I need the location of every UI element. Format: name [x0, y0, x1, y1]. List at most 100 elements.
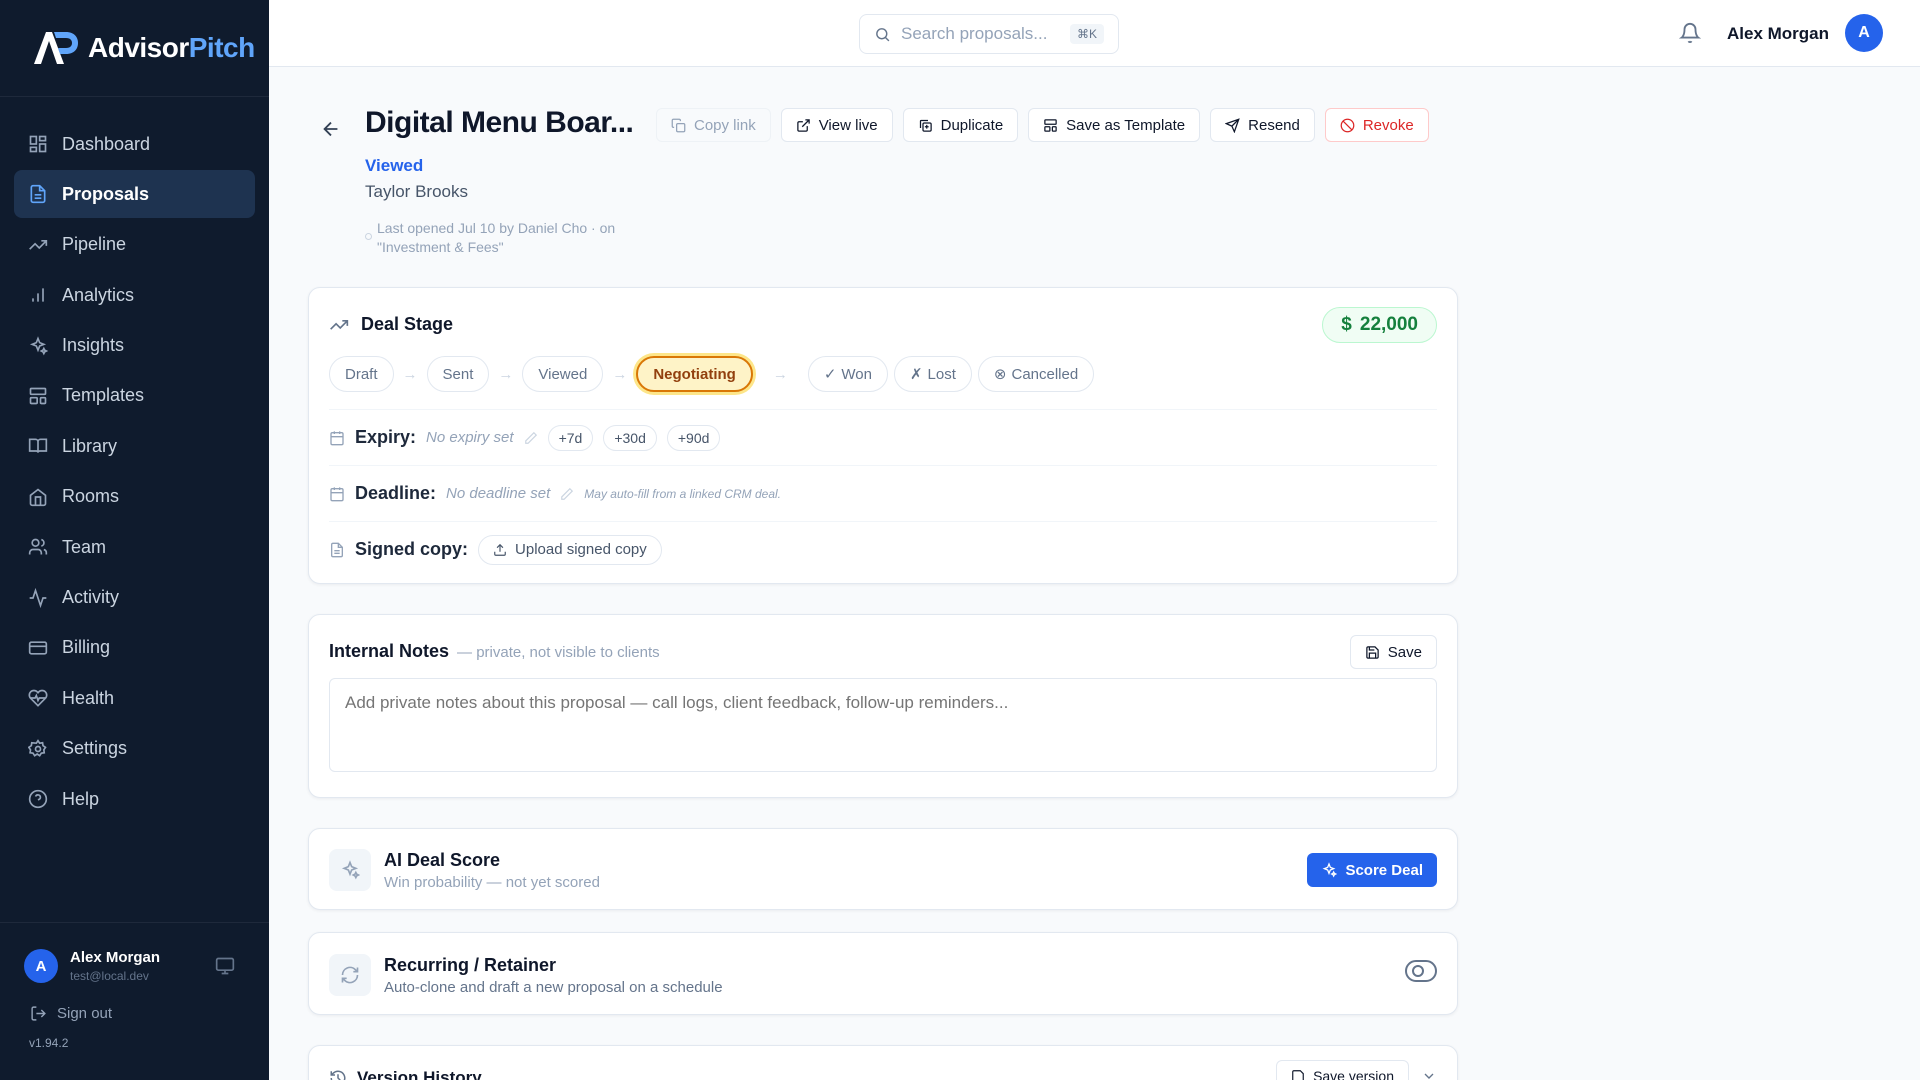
- copy-link-button[interactable]: Copy link: [656, 108, 771, 142]
- avatar: A: [24, 949, 58, 983]
- gear-icon: [28, 738, 47, 757]
- sidebar-item-settings[interactable]: Settings: [14, 725, 255, 773]
- save-icon: [1292, 1070, 1304, 1080]
- deal-amount-badge[interactable]: $ 22,000: [1322, 307, 1437, 343]
- sidebar-item-library[interactable]: Library: [14, 422, 255, 470]
- shortcut-badge: ⌘K: [1069, 24, 1104, 44]
- sidebar-item-proposals[interactable]: Proposals: [14, 170, 255, 219]
- deal-stage-card: Deal Stage $ 22,000 Draft → Sent → Viewe…: [308, 287, 1458, 584]
- currency-symbol: $: [1341, 314, 1352, 335]
- save-icon: [1366, 645, 1379, 659]
- revoke-button[interactable]: Revoke: [1324, 108, 1429, 142]
- expiry-chip-30d[interactable]: +30d: [603, 424, 657, 451]
- sidebar-item-label: Team: [62, 536, 107, 557]
- expiry-value: No expiry set: [426, 429, 514, 446]
- stage-draft[interactable]: Draft: [329, 356, 394, 392]
- sidebar: AdvisorPitch Dashboard Proposals Pipelin…: [0, 0, 269, 1080]
- file-icon: [331, 542, 343, 557]
- arrow-right-icon: →: [498, 365, 514, 383]
- version-history-card: Version History Save version: [308, 1045, 1458, 1080]
- sidebar-user[interactable]: A Alex Morgan test@local.dev: [0, 923, 269, 983]
- expiry-chip-90d[interactable]: +90d: [666, 424, 721, 451]
- sidebar-item-billing[interactable]: Billing: [14, 624, 255, 672]
- stage-won[interactable]: ✓ Won: [807, 356, 888, 392]
- expiry-row: Expiry: No expiry set +7d +30d +90d: [329, 409, 1437, 465]
- stage-sent[interactable]: Sent: [426, 356, 490, 392]
- score-deal-button[interactable]: Score Deal: [1307, 853, 1437, 887]
- sidebar-item-templates[interactable]: Templates: [14, 372, 255, 420]
- notes-title: Internal Notes: [329, 641, 450, 661]
- copy-link-label: Copy link: [694, 116, 756, 134]
- sidebar-item-rooms[interactable]: Rooms: [14, 473, 255, 521]
- document-icon: [30, 185, 46, 204]
- sidebar-item-label: Proposals: [62, 183, 150, 204]
- sidebar-item-analytics[interactable]: Analytics: [14, 271, 255, 319]
- circle-x-icon: ⊗: [993, 366, 1007, 383]
- save-template-label: Save as Template: [1066, 116, 1186, 134]
- view-live-button[interactable]: View live: [780, 108, 893, 142]
- version-history-heading: Version History: [329, 1068, 482, 1080]
- notes-textarea[interactable]: [329, 678, 1437, 772]
- stage-negotiating[interactable]: Negotiating: [636, 356, 753, 392]
- sidebar-item-pipeline[interactable]: Pipeline: [14, 221, 255, 269]
- sidebar-item-team[interactable]: Team: [14, 523, 255, 571]
- resend-label: Resend: [1248, 116, 1300, 134]
- sidebar-item-label: Library: [62, 435, 118, 456]
- home-icon: [29, 488, 47, 506]
- stage-selector: Draft → Sent → Viewed → Negotiating → ✓ …: [329, 356, 1095, 392]
- save-version-button[interactable]: Save version: [1276, 1060, 1409, 1080]
- recurring-toggle[interactable]: [1405, 960, 1437, 982]
- expiry-chip-7d[interactable]: +7d: [547, 424, 594, 451]
- save-notes-button[interactable]: Save: [1349, 635, 1437, 669]
- brand[interactable]: AdvisorPitch: [0, 0, 269, 97]
- trending-icon: [29, 239, 48, 250]
- save-version-label: Save version: [1313, 1068, 1394, 1080]
- arrow-right-icon: →: [402, 365, 418, 383]
- status-badge[interactable]: Viewed: [365, 156, 423, 176]
- monitor-icon[interactable]: [215, 956, 235, 976]
- back-arrow-icon[interactable]: [320, 118, 342, 140]
- app-version: v1.94.2: [29, 1036, 69, 1050]
- score-subtitle: Win probability — not yet scored: [384, 874, 600, 891]
- duplicate-button[interactable]: Duplicate: [902, 108, 1019, 142]
- sidebar-item-label: Pipeline: [62, 234, 127, 255]
- last-opened-text: Last opened Jul 10 by Daniel Cho · on "I…: [377, 220, 616, 255]
- save-as-template-button[interactable]: Save as Template: [1028, 108, 1201, 142]
- recurring-title: Recurring / Retainer: [384, 955, 557, 975]
- sidebar-item-insights[interactable]: Insights: [14, 322, 255, 370]
- stage-lost[interactable]: ✗ Lost: [893, 356, 972, 392]
- stage-viewed[interactable]: Viewed: [522, 356, 604, 392]
- sign-out-button[interactable]: Sign out: [0, 983, 269, 1022]
- sidebar-item-label: Health: [62, 687, 115, 708]
- notes-subtitle: — private, not visible to clients: [457, 644, 660, 661]
- sidebar-item-dashboard[interactable]: Dashboard: [14, 120, 255, 168]
- signed-copy-label: Signed copy:: [355, 539, 469, 559]
- sidebar-item-label: Dashboard: [62, 133, 151, 154]
- chevron-down-icon[interactable]: [1421, 1068, 1437, 1080]
- deal-amount: 22,000: [1359, 314, 1418, 335]
- search-input[interactable]: Search proposals... ⌘K: [859, 14, 1119, 54]
- deal-stage-title: Deal Stage: [361, 314, 454, 334]
- templates-icon: [29, 387, 47, 405]
- pencil-icon[interactable]: [560, 487, 574, 501]
- save-label: Save: [1387, 643, 1422, 661]
- resend-button[interactable]: Resend: [1210, 108, 1315, 142]
- topbar-avatar[interactable]: A: [1845, 14, 1883, 52]
- search-icon: [876, 27, 890, 41]
- stage-cancelled[interactable]: ⊗ Cancelled: [977, 356, 1095, 392]
- topbar-user-name[interactable]: Alex Morgan: [1727, 24, 1829, 44]
- sidebar-item-health[interactable]: Health: [14, 674, 255, 722]
- score-icon-box: [329, 849, 371, 891]
- recurring-retainer-card: Recurring / Retainer Auto-clone and draf…: [308, 932, 1458, 1015]
- activity-icon: [29, 587, 47, 608]
- sidebar-item-activity[interactable]: Activity: [14, 574, 255, 622]
- pencil-icon[interactable]: [524, 431, 538, 445]
- bell-icon[interactable]: [1679, 22, 1701, 44]
- refresh-icon: [341, 966, 359, 984]
- sidebar-item-help[interactable]: Help: [14, 775, 255, 823]
- stage-won-label: Won: [841, 365, 872, 383]
- arrow-right-icon: →: [772, 365, 788, 383]
- copy-icon: [671, 118, 686, 132]
- upload-signed-copy-button[interactable]: Upload signed copy: [478, 534, 662, 565]
- recurring-subtitle: Auto-clone and draft a new proposal on a…: [384, 979, 723, 996]
